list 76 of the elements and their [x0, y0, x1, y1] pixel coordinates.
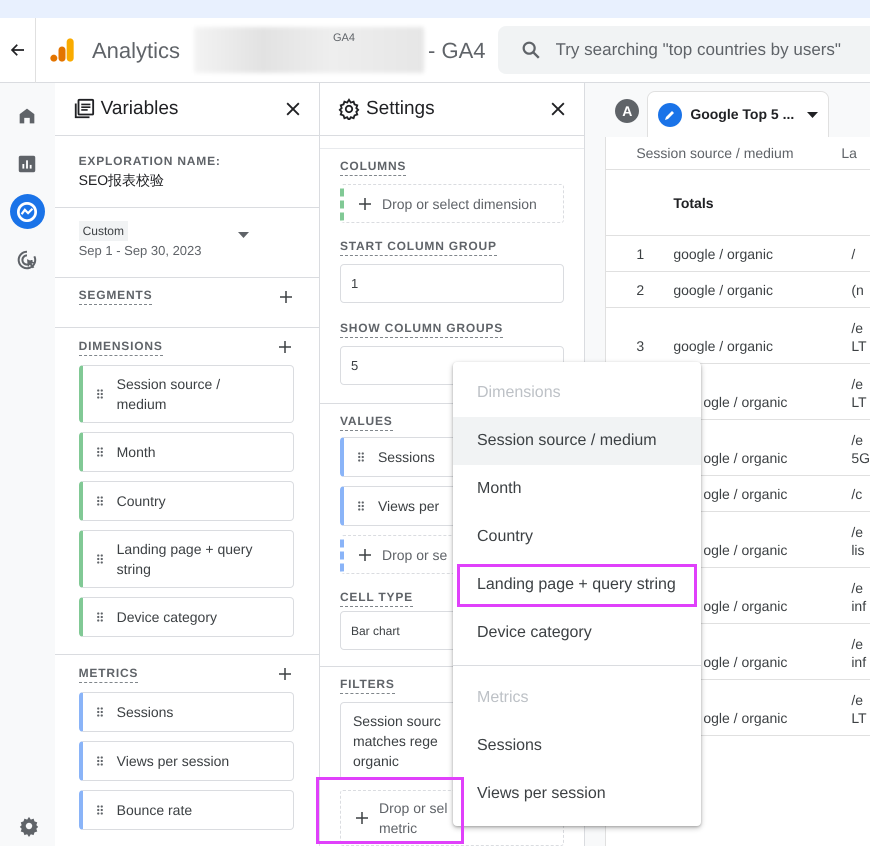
date-range[interactable]: Sep 1 - Sep 30, 2023: [78, 241, 238, 261]
app-title: Analytics: [92, 36, 180, 65]
search-bar[interactable]: Try searching "top countries by users": [498, 26, 870, 74]
pencil-icon: [658, 102, 682, 126]
search-icon: [520, 39, 542, 61]
column-header[interactable]: La: [841, 144, 857, 162]
column-header[interactable]: Session source / medium: [606, 144, 842, 162]
nav-rail-button[interactable]: [10, 194, 45, 229]
section-title: DIMENSIONS: [78, 338, 163, 356]
totals-label: Totals: [672, 194, 714, 212]
section-title: METRICS: [78, 666, 138, 682]
menu-group-header: Dimensions: [476, 383, 562, 403]
table-cell-text: ogle / organic: [702, 541, 788, 559]
drop-zone[interactable]: Drop or select dimension: [340, 184, 564, 223]
dropdown-caret-icon: [807, 112, 818, 118]
document-list-icon: [72, 98, 95, 120]
property-name: - GA4: [428, 36, 486, 64]
table-cell-text: ogle / organic: [702, 449, 788, 467]
table-cell-text: /e LT: [850, 691, 867, 727]
dropdown-caret-icon: [238, 232, 249, 238]
table-cell-text: /e inf: [850, 635, 866, 671]
dimension-chip[interactable]: Month: [78, 432, 294, 472]
table-cell-text: /e inf: [850, 579, 866, 615]
section-title: SEGMENTS: [78, 288, 152, 306]
table-cell-text: /e LT: [850, 319, 867, 355]
row-number: 2: [635, 281, 646, 299]
table-cell-text: google / organic: [672, 281, 774, 299]
table-cell-text: /e LT: [850, 375, 867, 411]
table-cell-text: /e lis: [850, 523, 865, 559]
menu-item[interactable]: Sessions: [453, 722, 701, 770]
section-title: FILTERS: [340, 677, 395, 694]
section-title: START COLUMN GROUP: [340, 239, 497, 256]
settings-icon: [338, 98, 360, 120]
menu-item[interactable]: Views per session: [453, 770, 701, 818]
settings-icon: [18, 814, 40, 836]
metric-chip[interactable]: Sessions: [78, 692, 294, 732]
menu-item[interactable]: Session source / medium: [453, 417, 701, 465]
row-number: 1: [635, 245, 646, 263]
dimension-chip[interactable]: Country: [78, 481, 294, 521]
dimension-chip[interactable]: Device category: [78, 597, 294, 637]
table-cell-text: ogle / organic: [702, 597, 788, 615]
table-cell-text: ogle / organic: [702, 393, 788, 411]
menu-item[interactable]: Device category: [453, 609, 701, 657]
tab[interactable]: Google Top 5 ...: [647, 91, 830, 137]
dimension-chip[interactable]: Landing page + query string: [78, 530, 294, 588]
field-label: EXPLORATION NAME:: [78, 152, 222, 170]
section-title: SHOW COLUMN GROUPS: [340, 321, 504, 338]
table-cell-text: /c: [850, 485, 862, 503]
number-field[interactable]: 1: [340, 264, 564, 303]
metric-chip[interactable]: Views per session: [78, 741, 294, 781]
dimension-chip[interactable]: Session source / medium: [78, 365, 294, 423]
table-cell-text: google / organic: [672, 337, 774, 355]
table-cell-text: ogle / organic: [702, 485, 788, 503]
menu-item[interactable]: Month: [453, 465, 701, 513]
property-tag: GA4: [333, 30, 356, 46]
section-title: VALUES: [340, 414, 393, 431]
section-title: CELL TYPE: [340, 590, 413, 607]
metric-chip[interactable]: Bounce rate: [78, 790, 294, 830]
menu-item[interactable]: Landing page + query string: [453, 561, 701, 609]
date-preset-label: Custom: [78, 221, 128, 242]
avatar[interactable]: A: [615, 99, 640, 123]
exploration-name[interactable]: SEO报表校验: [78, 170, 295, 191]
search-input[interactable]: Try searching "top countries by users": [556, 37, 870, 63]
table-cell-text: (n: [850, 281, 864, 299]
menu-item[interactable]: Country: [453, 513, 701, 561]
target-cursor-icon: [16, 248, 38, 270]
row-number: 3: [635, 337, 646, 355]
panel-title: Variables: [100, 96, 180, 121]
table-cell-text: /: [850, 245, 856, 263]
table-cell-text: google / organic: [672, 245, 774, 263]
table-cell-text: ogle / organic: [702, 653, 788, 671]
table-cell-text: /e 5G: [850, 431, 870, 467]
analytics-logo-icon: [48, 36, 76, 64]
table-cell-text: ogle / organic: [702, 709, 788, 727]
section-title: COLUMNS: [340, 159, 406, 176]
panel-title: Settings: [366, 96, 436, 121]
